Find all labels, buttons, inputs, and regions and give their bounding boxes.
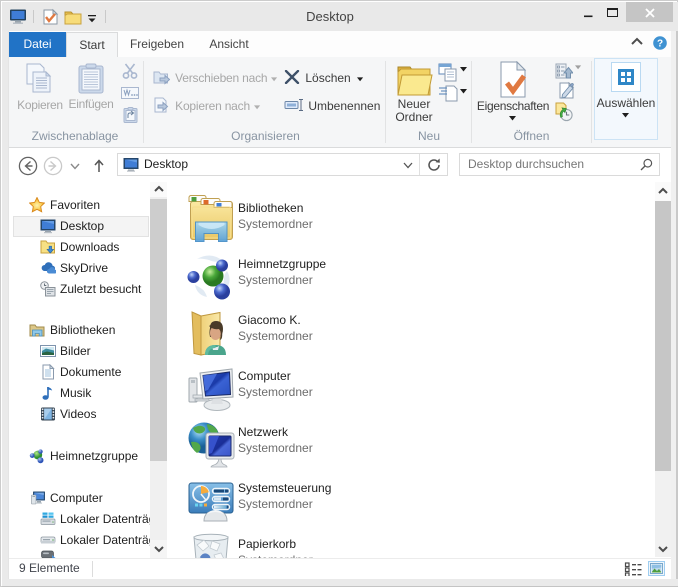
svg-text:?: ? [657,39,663,50]
